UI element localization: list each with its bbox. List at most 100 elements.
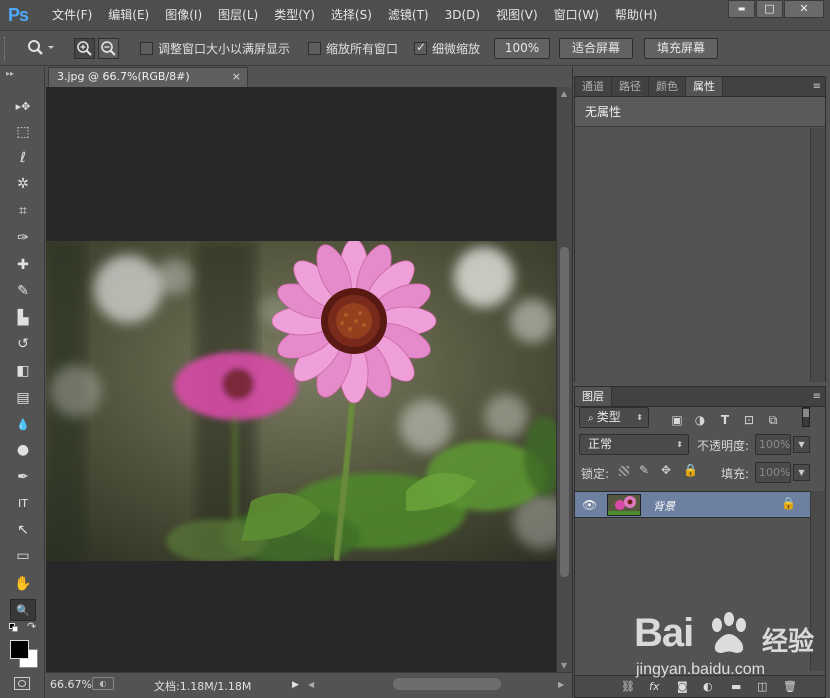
- zoom-all-option[interactable]: 缩放所有窗口: [308, 39, 398, 58]
- layers-panel-menu-icon[interactable]: ≡: [813, 391, 821, 402]
- brush-tool-icon[interactable]: ✎: [10, 280, 36, 302]
- opacity-dropdown-button[interactable]: ▼: [793, 436, 810, 453]
- fill-field[interactable]: 100%: [755, 462, 791, 483]
- properties-scrollbar[interactable]: [810, 128, 825, 382]
- lock-pixels-icon[interactable]: ✎: [639, 463, 649, 477]
- shape-filter-icon[interactable]: ⊡: [741, 412, 757, 428]
- layer-row-background[interactable]: 👁 背景 🔒: [575, 491, 811, 518]
- quick-mask-icon[interactable]: [14, 677, 30, 690]
- tab-channels[interactable]: 通道: [575, 77, 612, 96]
- healing-brush-tool-icon[interactable]: ✚: [10, 254, 36, 276]
- blend-mode-value: 正常: [588, 437, 613, 451]
- blur-tool-icon[interactable]: 💧: [10, 413, 36, 435]
- menu-type[interactable]: 类型(Y): [266, 0, 323, 31]
- scroll-right-icon[interactable]: ▶: [558, 680, 564, 689]
- lock-label: 锁定:: [581, 467, 610, 481]
- swap-colors-icon[interactable]: ↷: [27, 620, 36, 633]
- document-tab[interactable]: 3.jpg @ 66.7%(RGB/8#) ×: [48, 67, 248, 87]
- close-button[interactable]: ✕: [784, 0, 824, 18]
- clone-stamp-tool-icon[interactable]: ▙: [10, 307, 36, 329]
- pen-tool-icon[interactable]: ✒: [10, 466, 36, 488]
- lock-all-icon[interactable]: 🔒: [683, 463, 698, 477]
- opacity-field[interactable]: 100%: [755, 434, 791, 455]
- menu-3d[interactable]: 3D(D): [437, 0, 488, 31]
- menu-select[interactable]: 选择(S): [323, 0, 380, 31]
- horizontal-scrollbar-thumb[interactable]: [393, 678, 501, 690]
- eraser-tool-icon[interactable]: ◧: [10, 360, 36, 382]
- foreground-color-swatch[interactable]: [10, 640, 29, 659]
- zoom-all-checkbox[interactable]: [308, 42, 321, 55]
- zoom-out-button[interactable]: [98, 38, 119, 59]
- zoom-level[interactable]: 66.67%: [50, 678, 92, 691]
- fill-screen-button[interactable]: 填充屏幕: [644, 38, 718, 59]
- scroll-left-icon[interactable]: ◀: [308, 680, 314, 689]
- blend-mode-dropdown[interactable]: 正常 ⬍: [579, 434, 689, 455]
- type-filter-icon[interactable]: T: [717, 412, 733, 428]
- zoom-all-label: 缩放所有窗口: [326, 42, 399, 56]
- resize-windows-checkbox[interactable]: [140, 42, 153, 55]
- fill-dropdown-button[interactable]: ▼: [793, 464, 810, 481]
- layer-thumbnail[interactable]: [607, 494, 641, 516]
- restore-button[interactable]: □: [756, 0, 783, 18]
- menu-help[interactable]: 帮助(H): [607, 0, 665, 31]
- menu-window[interactable]: 窗口(W): [546, 0, 607, 31]
- hand-tool-icon[interactable]: ✋: [10, 573, 36, 595]
- layer-filter-dropdown[interactable]: ⌕ 类型 ⬍: [579, 407, 649, 428]
- tab-color[interactable]: 颜色: [649, 77, 686, 96]
- zoom-preset-icon[interactable]: [26, 39, 56, 60]
- magic-wand-tool-icon[interactable]: ✲: [10, 173, 36, 195]
- resize-windows-option[interactable]: 调整窗口大小以满屏显示: [140, 39, 290, 58]
- crop-tool-icon[interactable]: ⌗: [10, 200, 36, 222]
- tab-properties[interactable]: 属性: [686, 77, 723, 96]
- dodge-tool-icon[interactable]: ●: [10, 439, 36, 461]
- gradient-tool-icon[interactable]: ▤: [10, 387, 36, 409]
- history-brush-tool-icon[interactable]: ↺: [10, 333, 36, 355]
- zoom-tool-icon[interactable]: 🔍: [10, 599, 36, 621]
- status-menu-arrow-icon[interactable]: ▶: [292, 680, 299, 690]
- properties-panel: 通道 路径 颜色 属性 ≡ 无属性: [574, 76, 826, 382]
- scrubby-zoom-option[interactable]: 细微缩放: [414, 39, 480, 58]
- adjustment-filter-icon[interactable]: ◑: [692, 412, 708, 428]
- canvas-area[interactable]: [46, 87, 556, 672]
- scrubby-zoom-checkbox[interactable]: [414, 40, 427, 55]
- smart-object-filter-icon[interactable]: ⧉: [765, 412, 781, 428]
- tab-layers[interactable]: 图层: [575, 387, 612, 406]
- shape-tool-icon[interactable]: ▭: [10, 545, 36, 567]
- menu-filter[interactable]: 滤镜(T): [380, 0, 437, 31]
- panel-menu-icon[interactable]: ≡: [813, 81, 821, 92]
- link-layers-icon[interactable]: ⛓: [621, 680, 635, 693]
- eyedropper-tool-icon[interactable]: ✑: [10, 227, 36, 249]
- default-colors-icon[interactable]: [9, 623, 19, 633]
- lock-transparency-icon[interactable]: [619, 466, 629, 476]
- scroll-up-icon[interactable]: ▲: [561, 89, 567, 98]
- menu-image[interactable]: 图像(I): [157, 0, 210, 31]
- tab-paths[interactable]: 路径: [612, 77, 649, 96]
- fit-screen-button[interactable]: 适合屏幕: [559, 38, 633, 59]
- layer-name[interactable]: 背景: [653, 498, 675, 514]
- pixel-filter-icon[interactable]: ▣: [669, 412, 685, 428]
- toolbox-collapse-icon[interactable]: ▸▸: [6, 69, 14, 78]
- menu-layer[interactable]: 图层(L): [210, 0, 266, 31]
- visibility-eye-icon[interactable]: 👁: [582, 498, 597, 512]
- vertical-scrollbar-thumb[interactable]: [560, 247, 569, 577]
- scroll-down-icon[interactable]: ▼: [561, 661, 567, 670]
- lock-position-icon[interactable]: ✥: [661, 463, 671, 477]
- status-info-icon[interactable]: ◐: [92, 677, 114, 690]
- minimize-button[interactable]: ▬: [728, 0, 755, 18]
- type-tool-icon[interactable]: IT: [10, 492, 36, 514]
- document-tab-close-icon[interactable]: ×: [232, 68, 241, 86]
- zoom-in-button[interactable]: [74, 38, 95, 59]
- marquee-tool-icon[interactable]: ⬚: [10, 121, 36, 143]
- filter-toggle[interactable]: [802, 407, 810, 427]
- menu-view[interactable]: 视图(V): [488, 0, 546, 31]
- actual-pixels-button[interactable]: 100%: [494, 38, 550, 59]
- path-selection-tool-icon[interactable]: ↖: [10, 519, 36, 541]
- document-photo[interactable]: [46, 241, 556, 561]
- vertical-scrollbar[interactable]: ▲ ▼: [556, 87, 572, 672]
- menu-edit[interactable]: 编辑(E): [100, 0, 157, 31]
- menu-file[interactable]: 文件(F): [44, 0, 100, 31]
- move-tool-icon[interactable]: ▸✥: [10, 95, 36, 117]
- lasso-tool-icon[interactable]: ℓ: [10, 147, 36, 169]
- options-bar: 调整窗口大小以满屏显示 缩放所有窗口 细微缩放 100% 适合屏幕 填充屏幕: [0, 31, 830, 66]
- options-grip[interactable]: [4, 37, 8, 61]
